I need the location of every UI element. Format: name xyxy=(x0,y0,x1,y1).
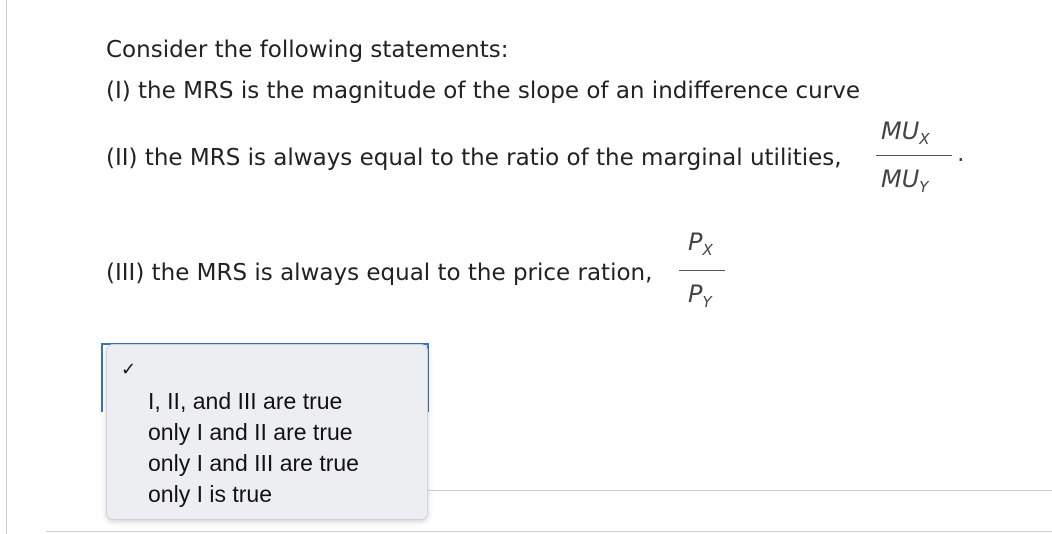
statement-two: (II) the MRS is always equal to the rati… xyxy=(106,145,842,171)
numerator-text: MU xyxy=(881,117,920,145)
dropdown-option-i-and-ii[interactable]: only I and II are true xyxy=(148,419,353,446)
dropdown-option-i-and-iii[interactable]: only I and III are true xyxy=(148,450,359,477)
numerator-subscript: X xyxy=(919,130,930,148)
price-ratio: PX PY xyxy=(679,228,731,318)
fraction-numerator: MUX xyxy=(881,117,930,148)
answer-dropdown-menu[interactable]: ✓ I, II, and III are true only I and II … xyxy=(106,344,428,520)
statement-three: (III) the MRS is always equal to the pri… xyxy=(106,260,653,286)
marginal-utility-ratio: MUX MUY . xyxy=(876,117,965,207)
question-intro: Consider the following statements: xyxy=(106,37,509,63)
dropdown-option-all-true[interactable]: I, II, and III are true xyxy=(148,388,342,415)
left-border xyxy=(6,0,7,534)
divider-line xyxy=(428,490,1052,491)
statement-one: (I) the MRS is the magnitude of the slop… xyxy=(106,78,860,104)
denominator-subscript: Y xyxy=(702,293,712,311)
bottom-border xyxy=(46,531,1052,532)
fraction-numerator: PX xyxy=(688,228,713,259)
fraction-bar xyxy=(679,270,725,271)
dropdown-option-only-i[interactable]: only I is true xyxy=(148,481,272,508)
denominator-text: MU xyxy=(881,165,920,193)
fraction-bar xyxy=(876,155,952,156)
denominator-text: P xyxy=(688,280,703,308)
numerator-subscript: X xyxy=(702,241,713,259)
numerator-text: P xyxy=(688,228,703,256)
checkmark-icon: ✓ xyxy=(121,359,137,380)
trailing-period: . xyxy=(957,139,965,167)
fraction-denominator: MUY xyxy=(881,165,928,196)
denominator-subscript: Y xyxy=(919,178,929,196)
fraction-denominator: PY xyxy=(688,280,712,311)
